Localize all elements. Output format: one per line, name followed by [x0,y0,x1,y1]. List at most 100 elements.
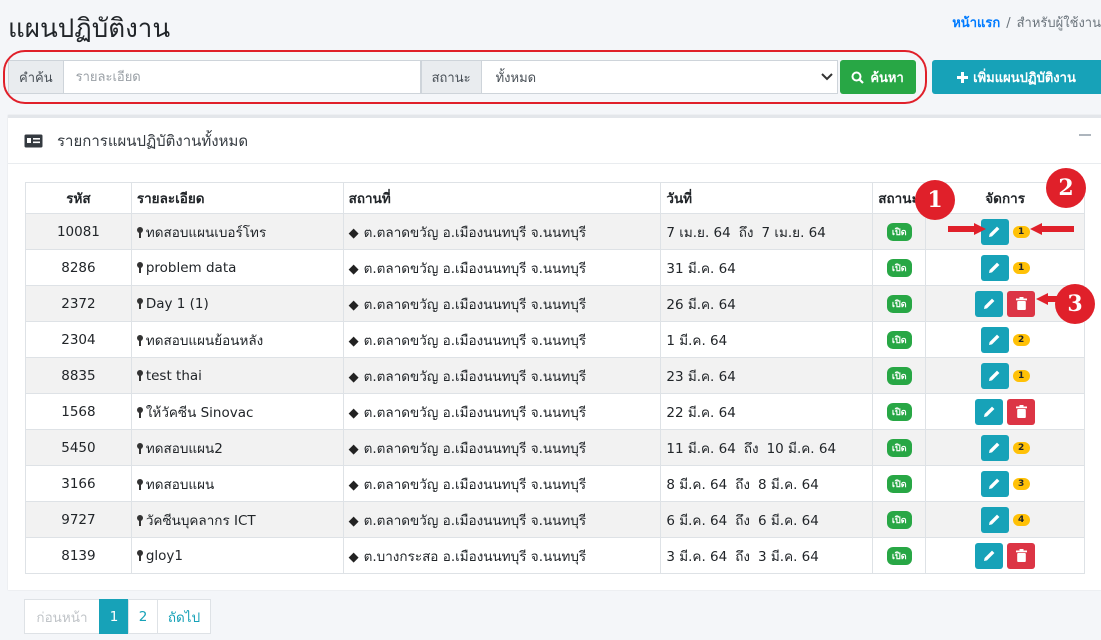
table-body: 10081 ทดสอบแผนเบอร์โทร ◆ ต.ตลาดขวัญ อ.เมือง… [25,213,1085,574]
cell-code: 9727 [25,501,132,538]
pencil-icon [989,262,1000,273]
edit-button[interactable] [980,326,1009,353]
delete-button[interactable] [1007,290,1036,317]
cell-actions [925,393,1085,430]
place-text: ต.ตลาดขวัญ อ.เมืองนนทบุรี จ.นนทบุรี [363,260,587,277]
annotation-marker-2: 2 [1046,168,1086,208]
directions-icon: ◆ [348,477,359,493]
cell-detail: ทดสอบแผนเบอร์โทร [130,213,344,250]
cell-status: เปิด [872,465,927,502]
place-text: ต.ตลาดขวัญ อ.เมืองนนทบุรี จ.นนทบุรี [363,440,587,457]
delete-button[interactable] [1007,542,1036,569]
edit-button[interactable] [980,434,1009,461]
date-from: 1 มี.ค. 64 [666,332,728,349]
breadcrumb-home-link[interactable]: หน้าแรก [952,16,1000,31]
cell-date: 1 มี.ค. 64 [660,321,874,358]
cell-code: 1568 [25,393,132,430]
status-badge: เปิด [886,438,912,457]
date-from: 26 มี.ค. 64 [666,296,736,313]
add-plan-button[interactable]: เพิ่มแผนปฏิบัติงาน [932,60,1101,94]
cell-place: ◆ ต.ตลาดขวัญ อ.เมืองนนทบุรี จ.นนทบุรี [342,393,662,430]
cell-date: 8 มี.ค. 64 ถึง 8 มี.ค. 64 [660,465,874,502]
edit-button[interactable] [975,290,1004,317]
detail-text: gloy1 [145,547,183,564]
edit-button[interactable] [980,254,1009,281]
directions-icon: ◆ [348,225,359,241]
count-badge[interactable]: 2 [1012,333,1030,346]
column-header-detail[interactable]: รายละเอียด [130,182,344,214]
date-from: 6 มี.ค. 64 [666,512,728,529]
pagination: ก่อนหน้า 1 2 ถัดไป [24,599,211,634]
plan-table: รหัส รายละเอียด สถานที่ วันที่ สถานะ จัด… [25,182,1085,574]
cell-status: เปิด [872,249,927,286]
search-button[interactable]: ค้นหา [839,60,916,94]
column-header-date[interactable]: วันที่ [660,182,874,214]
cell-code: 10081 [25,213,132,250]
trash-icon [1015,549,1027,562]
cell-code: 2304 [25,321,132,358]
count-badge[interactable]: 4 [1012,513,1030,526]
pagination-page-2[interactable]: 2 [128,599,158,634]
date-from: 7 เม.ย. 64 [666,224,731,241]
status-select[interactable]: ทั้งหมด [481,60,838,94]
search-button-label: ค้นหา [870,70,904,86]
cell-date: 22 มี.ค. 64 [660,393,874,430]
pagination-next[interactable]: ถัดไป [157,599,211,634]
search-bar: คำค้น สถานะ ทั้งหมด ค้นหา [8,60,918,94]
map-pin-icon [136,369,143,381]
status-badge: เปิด [886,366,912,385]
date-separator: ถึง [735,512,750,529]
cell-place: ◆ ต.ตลาดขวัญ อ.เมืองนนทบุรี จ.นนทบุรี [342,429,662,466]
cell-actions [925,537,1085,574]
count-badge[interactable]: 1 [1012,261,1030,274]
annotation-arrow-right [948,223,986,235]
status-badge: เปิด [886,258,912,277]
date-to: 10 มี.ค. 64 [766,440,837,457]
pagination-page-1[interactable]: 1 [99,599,129,634]
edit-button[interactable] [980,506,1009,533]
add-plan-button-label: เพิ่มแผนปฏิบัติงาน [973,70,1076,86]
collapse-icon[interactable] [1079,134,1091,136]
keyword-input[interactable] [63,60,421,94]
count-badge[interactable]: 3 [1012,477,1030,490]
column-header-code[interactable]: รหัส [25,182,132,214]
annotation-arrow-left-2 [1030,223,1074,235]
cell-status: เปิด [872,357,927,394]
cell-actions: 4 [925,501,1085,538]
table-row: 2304 ทดสอบแผนย้อนหลัง ◆ ต.ตลาดขวัญ อ.เมืองน… [25,321,1085,358]
count-badge[interactable]: 2 [1012,441,1030,454]
date-from: 31 มี.ค. 64 [666,260,736,277]
cell-date: 26 มี.ค. 64 [660,285,874,322]
count-badge[interactable]: 1 [1012,369,1030,382]
date-separator: ถึง [743,440,759,457]
breadcrumb-current: สำหรับผู้ใช้งาน [1016,16,1101,31]
table-row: 9727 วัคซีนบุคลากร ICT ◆ ต.ตลาดขวัญ อ.เมือง… [25,501,1085,538]
detail-text: test thai [145,367,202,384]
map-pin-icon [136,261,143,273]
map-pin-icon [136,297,143,309]
edit-button[interactable] [980,470,1009,497]
breadcrumb-separator: / [1006,16,1011,31]
directions-icon: ◆ [348,369,359,385]
edit-button[interactable] [975,542,1004,569]
date-separator: ถึง [735,548,750,565]
trash-icon [1015,297,1027,310]
directions-icon: ◆ [348,297,359,313]
edit-button[interactable] [975,398,1004,425]
cell-code: 2372 [25,285,132,322]
delete-button[interactable] [1007,398,1036,425]
edit-button[interactable] [980,362,1009,389]
status-badge: เปิด [886,474,912,493]
pagination-prev[interactable]: ก่อนหน้า [24,599,100,634]
cell-actions: 2 [925,429,1085,466]
date-separator: ถึง [738,224,754,241]
date-from: 22 มี.ค. 64 [666,404,736,421]
annotation-arrow-left-3 [1036,293,1062,305]
column-header-place[interactable]: สถานที่ [342,182,662,214]
cell-code: 8286 [25,249,132,286]
cell-status: เปิด [872,501,927,538]
cell-status: เปิด [872,537,927,574]
count-badge[interactable]: 1 [1012,225,1030,238]
trash-icon [1015,405,1027,418]
directions-icon: ◆ [348,405,359,421]
